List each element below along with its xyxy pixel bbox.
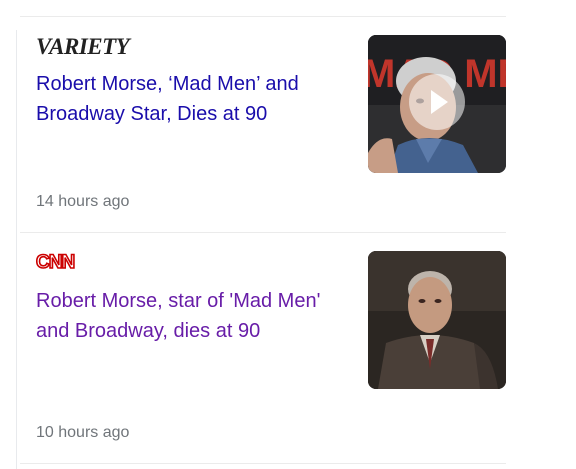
card-divider [20,463,506,464]
article-timestamp: 10 hours ago [36,424,130,441]
news-card[interactable]: CNN Robert Morse, star of 'Mad Men' and … [20,233,506,461]
video-thumbnail[interactable]: MAD MEN [368,35,506,173]
source-logo-variety: VARIETY [36,34,130,59]
news-card[interactable]: VARIETY Robert Morse, ‘Mad Men’ and Broa… [20,17,506,232]
article-timestamp: 14 hours ago [36,193,130,210]
article-thumbnail[interactable] [368,251,506,389]
article-headline-link[interactable]: Robert Morse, ‘Mad Men’ and Broadway Sta… [36,69,348,129]
source-name: VARIETY [36,34,130,59]
source-logo-cnn: CNN [35,252,76,274]
left-border [16,30,17,469]
thumbnail-image: MAD MEN [368,35,506,173]
thumbnail-image [368,251,506,389]
article-headline-link[interactable]: Robert Morse, star of 'Mad Men' and Broa… [36,286,348,346]
source-name: CNN [35,252,76,274]
